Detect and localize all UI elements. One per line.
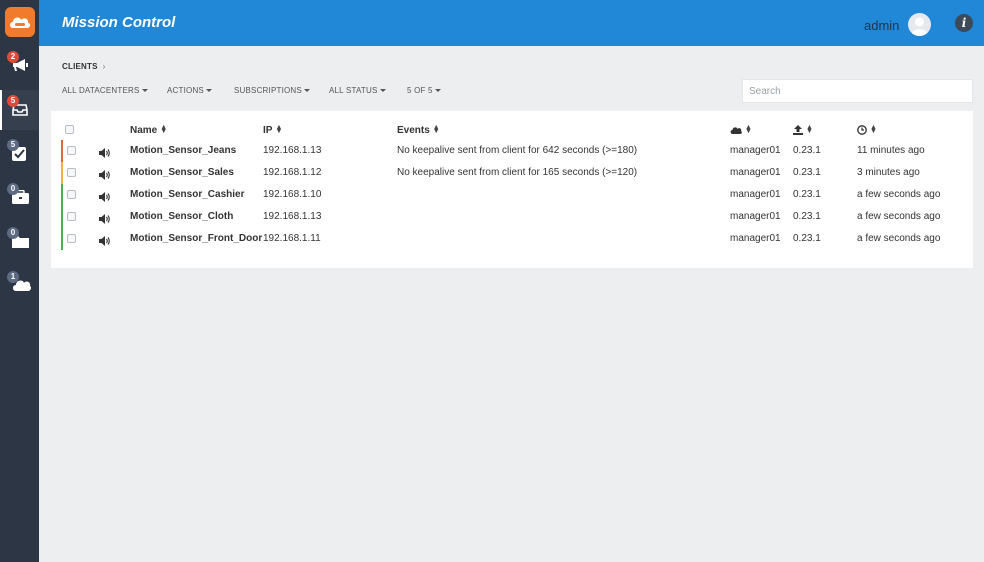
sidebar-item-stashes[interactable]: 0 — [0, 178, 39, 218]
column-header-ip[interactable]: IP ▲ ▼ — [263, 124, 283, 136]
row-checkbox[interactable] — [67, 190, 76, 199]
caret-down-icon — [205, 89, 212, 93]
search-input[interactable] — [742, 79, 973, 103]
sidebar-badge: 2 — [7, 51, 19, 63]
sort-icon: ▲ ▼ — [432, 124, 440, 136]
speaker-icon[interactable] — [99, 211, 111, 229]
breadcrumb: CLIENTS › — [62, 62, 106, 71]
sort-icon: ▲ ▼ — [870, 124, 877, 136]
status-indicator — [61, 140, 63, 162]
datacenters-dropdown[interactable]: ALL DATACENTERS — [62, 86, 148, 95]
upload-icon — [793, 125, 803, 136]
sidebar-item-aggregates[interactable]: 0 — [0, 222, 39, 262]
table-row[interactable]: Motion_Sensor_Jeans 192.168.1.13 No keepal… — [51, 140, 973, 162]
client-ip: 192.168.1.12 — [263, 167, 322, 178]
table-row[interactable]: Motion_Sensor_Front_Door 192.168.1.11 mana… — [51, 228, 973, 250]
sidebar-badge: 0 — [7, 227, 19, 239]
client-event: No keepalive sent from client for 165 se… — [397, 167, 638, 178]
client-datacenter: manager01 — [730, 211, 781, 222]
client-version: 0.23.1 — [793, 189, 821, 200]
client-name[interactable]: Motion_Sensor_Cashier — [130, 189, 244, 200]
chevron-right-icon: › — [102, 62, 106, 71]
breadcrumb-clients[interactable]: CLIENTS — [62, 62, 98, 71]
sort-icon: ▲ ▼ — [745, 124, 752, 136]
client-version: 0.23.1 — [793, 145, 821, 156]
row-checkbox[interactable] — [67, 146, 76, 155]
client-datacenter: manager01 — [730, 145, 781, 156]
table-row[interactable]: Motion_Sensor_Cloth 192.168.1.13 manager01… — [51, 206, 973, 228]
user-name[interactable]: admin — [864, 18, 899, 33]
row-checkbox[interactable] — [67, 212, 76, 221]
status-indicator — [61, 184, 63, 206]
caret-down-icon — [434, 89, 441, 93]
column-header-time[interactable]: ▲ ▼ — [857, 124, 877, 136]
speaker-icon[interactable] — [99, 233, 111, 251]
status-indicator — [61, 206, 63, 228]
sidebar-badge: 1 — [7, 271, 19, 283]
column-header-datacenter[interactable]: ▲ ▼ — [730, 124, 752, 136]
status-indicator — [61, 228, 63, 250]
client-last-seen: 11 minutes ago — [857, 145, 925, 156]
client-ip: 192.168.1.13 — [263, 145, 322, 156]
subscriptions-dropdown[interactable]: SUBSCRIPTIONS — [234, 86, 310, 95]
sort-icon: ▲ ▼ — [160, 124, 168, 136]
sort-icon: ▲ ▼ — [275, 124, 283, 136]
caret-down-icon — [379, 89, 386, 93]
actions-dropdown[interactable]: ACTIONS — [167, 86, 212, 95]
client-last-seen: a few seconds ago — [857, 189, 941, 200]
sidebar-item-datacenters[interactable]: 1 — [0, 266, 39, 306]
client-name[interactable]: Motion_Sensor_Jeans — [130, 145, 236, 156]
clients-table: Name ▲ ▼ IP ▲ ▼ Events ▲ ▼ ▲ ▼ ▲ ▼ ▲ ▼ Motion_Sen… — [51, 111, 973, 268]
app-logo-icon[interactable] — [5, 7, 35, 37]
client-ip: 192.168.1.11 — [263, 233, 321, 244]
client-ip: 192.168.1.13 — [263, 211, 322, 222]
sidebar-badge: 0 — [7, 183, 19, 195]
user-avatar-icon[interactable] — [908, 13, 931, 36]
speaker-icon[interactable] — [99, 145, 111, 163]
client-name[interactable]: Motion_Sensor_Front_Door — [130, 233, 262, 244]
client-datacenter: manager01 — [730, 167, 781, 178]
sidebar: 2 5 5 0 0 1 — [0, 0, 39, 562]
select-all-checkbox[interactable] — [65, 125, 74, 134]
client-version: 0.23.1 — [793, 211, 821, 222]
page-count-dropdown[interactable]: 5 OF 5 — [407, 86, 441, 95]
table-row[interactable]: Motion_Sensor_Sales 192.168.1.12 No keepal… — [51, 162, 973, 184]
sidebar-badge: 5 — [7, 139, 19, 151]
client-last-seen: a few seconds ago — [857, 211, 941, 222]
client-version: 0.23.1 — [793, 167, 821, 178]
caret-down-icon — [141, 89, 148, 93]
app-title: Mission Control — [62, 14, 176, 31]
client-datacenter: manager01 — [730, 189, 781, 200]
column-header-events[interactable]: Events ▲ ▼ — [397, 124, 440, 136]
client-datacenter: manager01 — [730, 233, 781, 244]
status-dropdown[interactable]: ALL STATUS — [329, 86, 386, 95]
client-event: No keepalive sent from client for 642 se… — [397, 145, 638, 156]
client-name[interactable]: Motion_Sensor_Cloth — [130, 211, 233, 222]
sort-icon: ▲ ▼ — [806, 124, 813, 136]
client-last-seen: 3 minutes ago — [857, 167, 920, 178]
clock-icon — [857, 125, 867, 136]
client-last-seen: a few seconds ago — [857, 233, 941, 244]
client-version: 0.23.1 — [793, 233, 821, 244]
row-checkbox[interactable] — [67, 168, 76, 177]
top-bar: Mission Control admin i — [39, 0, 984, 46]
status-indicator — [61, 162, 63, 184]
column-header-name[interactable]: Name ▲ ▼ — [130, 124, 168, 136]
client-name[interactable]: Motion_Sensor_Sales — [130, 167, 234, 178]
sidebar-item-checks[interactable]: 5 — [0, 134, 39, 174]
table-row[interactable]: Motion_Sensor_Cashier 192.168.1.10 manager… — [51, 184, 973, 206]
cloud-icon — [730, 127, 742, 135]
speaker-icon[interactable] — [99, 167, 111, 185]
row-checkbox[interactable] — [67, 234, 76, 243]
client-ip: 192.168.1.10 — [263, 189, 322, 200]
speaker-icon[interactable] — [99, 189, 111, 207]
caret-down-icon — [303, 89, 310, 93]
info-icon[interactable]: i — [955, 14, 973, 32]
sidebar-item-events[interactable]: 2 — [0, 46, 39, 86]
column-header-version[interactable]: ▲ ▼ — [793, 124, 813, 136]
